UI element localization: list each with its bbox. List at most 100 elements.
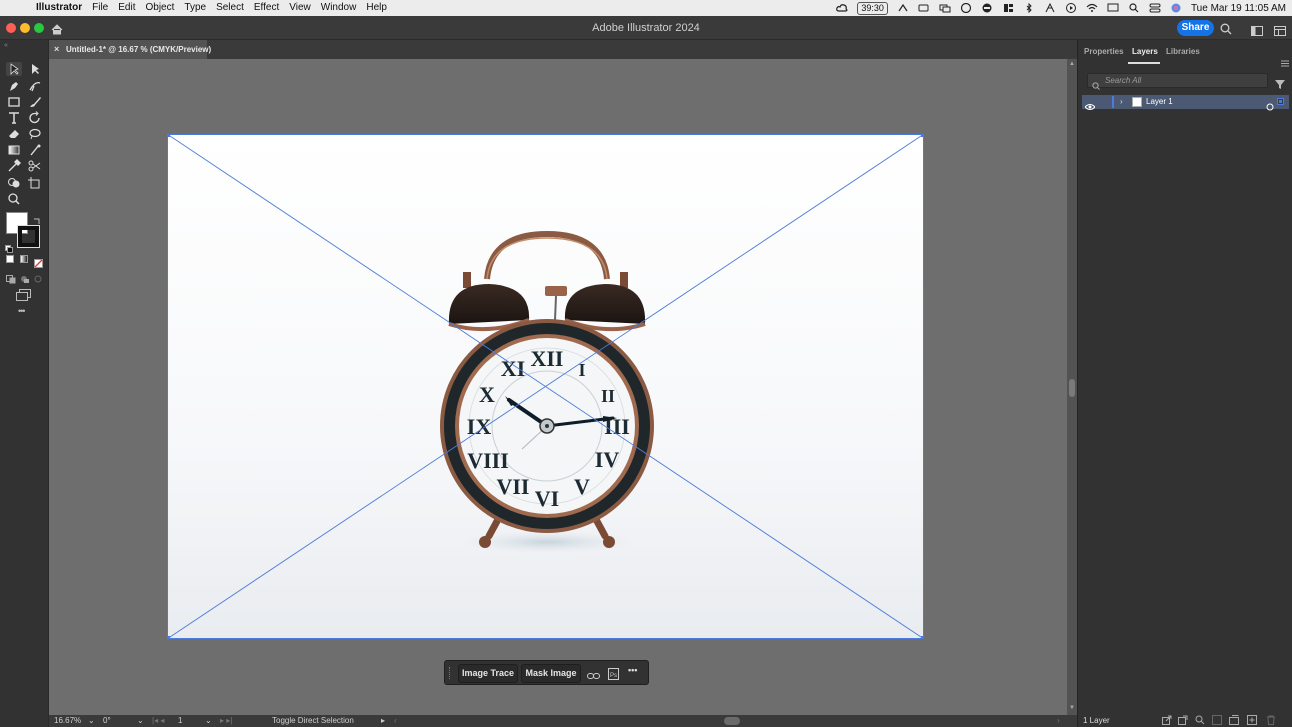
tab-properties[interactable]: Properties [1084, 47, 1124, 56]
workspace-icon[interactable] [1251, 23, 1263, 41]
menubar-clock[interactable]: Tue Mar 19 11:05 AM [1191, 3, 1286, 14]
trash-icon[interactable] [1266, 715, 1276, 727]
control-center-icon[interactable] [1149, 3, 1161, 13]
menu-help[interactable]: Help [366, 0, 387, 16]
rotate-tool-icon[interactable] [27, 111, 43, 125]
timer-badge[interactable]: 39:30 [857, 1, 888, 15]
arrange-panels-icon[interactable] [1274, 23, 1286, 41]
mask-image-button[interactable]: Mask Image [521, 664, 581, 683]
artboard-tool-icon[interactable] [27, 176, 43, 190]
scroll-up-icon[interactable]: ▲ [1069, 61, 1075, 67]
tab-layers[interactable]: Layers [1132, 47, 1158, 56]
display-icon[interactable] [1107, 3, 1119, 13]
draw-inside-icon[interactable] [34, 271, 44, 289]
menu-effect[interactable]: Effect [254, 0, 279, 16]
draw-normal-icon[interactable] [6, 271, 16, 289]
status-menu-icon[interactable]: ▸ [381, 715, 385, 727]
edit-photoshop-icon[interactable]: Ps [608, 667, 619, 685]
app-menu[interactable]: Illustrator [36, 0, 82, 16]
color-mode-button[interactable] [6, 255, 14, 263]
menu-file[interactable]: File [92, 0, 108, 16]
lasso-tool-icon[interactable] [27, 127, 43, 141]
target-icon[interactable] [1266, 98, 1274, 116]
artboard[interactable]: XII I II III IV V VI VII VIII IX X XI [167, 134, 924, 639]
vpn-icon[interactable] [981, 3, 993, 13]
screens-icon[interactable] [939, 3, 951, 13]
edit-toolbar-button[interactable]: ••• [18, 306, 26, 316]
play-icon[interactable] [1065, 3, 1077, 13]
collapse-panel-icon[interactable]: « [4, 42, 8, 49]
eyedropper-tool-icon[interactable] [6, 159, 22, 173]
draw-behind-icon[interactable] [20, 271, 30, 289]
h-scroll-left-icon[interactable]: ‹ [394, 715, 397, 727]
screen-mode-icon[interactable] [16, 288, 32, 306]
image-selection-frame[interactable] [167, 134, 924, 639]
layers-search-input[interactable]: Search All [1087, 73, 1268, 88]
search-icon[interactable] [1220, 22, 1232, 40]
layer-name[interactable]: Layer 1 [1146, 95, 1173, 109]
first-artboard-icon[interactable]: |◂ ◂ [152, 715, 164, 727]
shape-builder-tool-icon[interactable] [6, 176, 22, 190]
wifi-icon[interactable] [1086, 3, 1098, 13]
rotation-dropdown-icon[interactable]: ⌄ [137, 715, 144, 727]
filter-icon[interactable] [1275, 76, 1285, 94]
script-icon[interactable] [897, 3, 909, 13]
battery-icon[interactable] [918, 3, 930, 13]
drag-handle-icon[interactable] [449, 667, 452, 679]
app-grid-icon[interactable] [1002, 3, 1014, 13]
close-tab-icon[interactable]: × [54, 40, 59, 59]
clipping-mask-icon[interactable] [1212, 715, 1222, 727]
swap-fill-stroke-icon[interactable] [33, 212, 41, 230]
artboard-number[interactable]: 1 [178, 715, 182, 727]
collect-export-icon[interactable] [1178, 715, 1188, 727]
grammarly-icon[interactable] [960, 2, 972, 14]
menu-edit[interactable]: Edit [118, 0, 135, 16]
last-artboard-icon[interactable]: ▸ ▸| [220, 715, 232, 727]
rotation-value[interactable]: 0° [103, 715, 111, 727]
panel-menu-icon[interactable] [1281, 54, 1289, 72]
siri-icon[interactable] [1170, 3, 1182, 13]
layer-row[interactable]: › Layer 1 [1082, 95, 1289, 111]
vertical-scrollbar[interactable]: ▲ ▼ [1067, 59, 1077, 715]
scroll-down-icon[interactable]: ▼ [1069, 705, 1075, 711]
paintbrush-tool-icon[interactable] [27, 95, 43, 109]
new-sublayer-icon[interactable] [1229, 715, 1239, 727]
document-tab[interactable]: × Untitled-1* @ 16.67 % (CMYK/Preview) [49, 40, 211, 59]
menu-view[interactable]: View [289, 0, 311, 16]
new-layer-icon[interactable] [1247, 715, 1257, 727]
curvature-tool-icon[interactable] [27, 79, 43, 93]
more-options-button[interactable]: ••• [628, 665, 637, 675]
gradient-tool-icon[interactable] [6, 143, 22, 157]
locate-object-icon[interactable] [1195, 715, 1205, 727]
bluetooth-icon[interactable] [1023, 2, 1035, 14]
canvas-area[interactable]: XII I II III IV V VI VII VIII IX X XI [49, 59, 1067, 715]
menu-select[interactable]: Select [216, 0, 244, 16]
tab-libraries[interactable]: Libraries [1166, 47, 1200, 56]
scissors-tool-icon[interactable] [27, 159, 43, 173]
share-button[interactable]: Share [1177, 20, 1214, 36]
export-icon[interactable] [1162, 715, 1172, 727]
horizontal-scroll-thumb[interactable] [724, 717, 740, 725]
gradient-mode-button[interactable] [20, 255, 28, 263]
pen-tool-icon[interactable] [6, 79, 22, 93]
rectangle-tool-icon[interactable] [6, 95, 22, 109]
selection-tool-icon[interactable] [6, 62, 22, 76]
expand-layer-icon[interactable]: › [1120, 95, 1123, 109]
link-icon[interactable] [587, 668, 600, 686]
spotlight-search-icon[interactable] [1128, 3, 1140, 13]
type-tool-icon[interactable] [6, 111, 22, 125]
eraser-tool-icon[interactable] [6, 127, 22, 141]
h-scroll-right-icon[interactable]: › [1057, 715, 1060, 727]
selection-indicator[interactable] [1277, 98, 1284, 105]
zoom-dropdown-icon[interactable]: ⌄ [88, 715, 95, 727]
blend-tool-icon[interactable] [27, 143, 43, 157]
creative-cloud-icon[interactable] [836, 3, 848, 13]
visibility-eye-icon[interactable] [1084, 98, 1096, 116]
zoom-tool-icon[interactable] [6, 192, 22, 206]
menu-window[interactable]: Window [321, 0, 357, 16]
zoom-level[interactable]: 16.67% [54, 715, 81, 727]
direct-selection-tool-icon[interactable] [27, 62, 43, 76]
image-trace-button[interactable]: Image Trace [458, 664, 518, 683]
menu-object[interactable]: Object [145, 0, 174, 16]
artboard-dropdown-icon[interactable]: ⌄ [205, 715, 212, 727]
